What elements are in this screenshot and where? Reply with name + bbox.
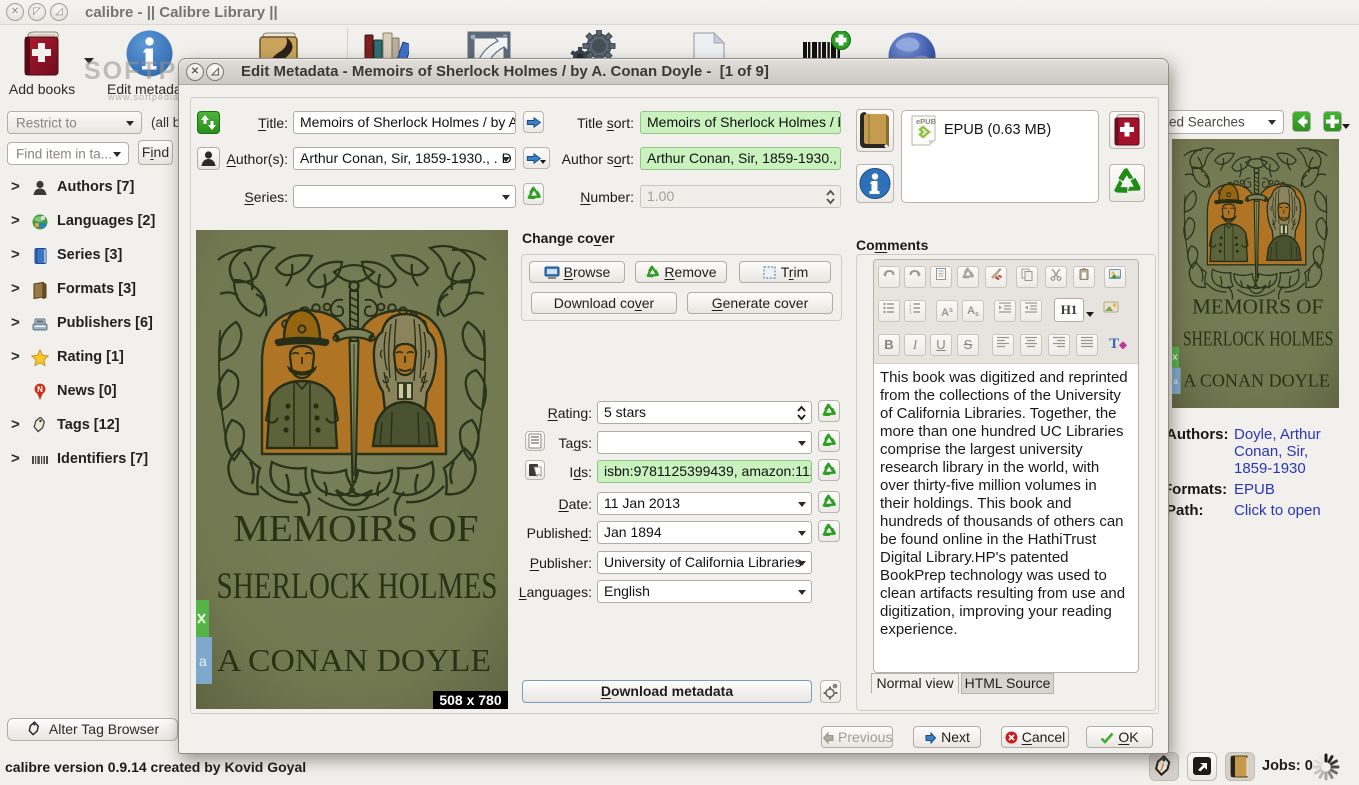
svg-text:3: 3 bbox=[909, 310, 912, 315]
svg-text:ePUB: ePUB bbox=[916, 117, 937, 126]
svg-text:N: N bbox=[37, 385, 43, 394]
